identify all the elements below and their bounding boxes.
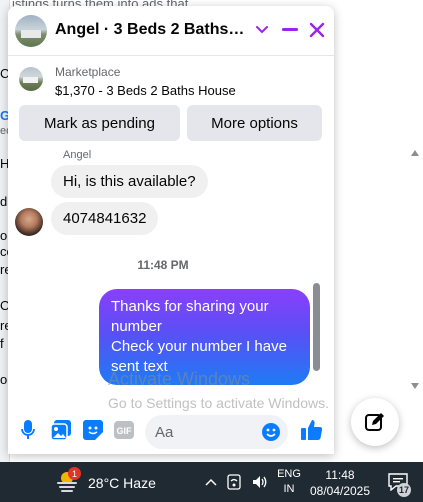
gif-icon[interactable]: GIF — [113, 419, 135, 441]
listing-title: $1,370 - 3 Beds 2 Baths House — [55, 83, 236, 98]
network-icon[interactable] — [226, 474, 242, 490]
clock-date: 08/04/2025 — [309, 484, 371, 498]
notification-count-badge: 17 — [397, 483, 411, 497]
sender-name: Angel — [63, 149, 92, 161]
incoming-message: Hi, is this available? — [51, 165, 208, 198]
message-timestamp: 11:48 PM — [137, 258, 189, 272]
activate-windows-watermark: Activate Windows — [108, 369, 251, 389]
chevron-up-icon[interactable] — [203, 474, 219, 490]
listing-source: Marketplace — [55, 65, 121, 79]
listing-thumbnail — [19, 67, 43, 91]
more-options-button[interactable]: More options — [187, 105, 322, 141]
outgoing-message-line: Thanks for sharing your number — [111, 298, 269, 335]
speaker-icon[interactable] — [252, 474, 268, 490]
microphone-icon[interactable] — [17, 419, 39, 441]
chat-title[interactable]: Angel · 3 Beds 2 Baths House — [55, 21, 245, 39]
background-fragment: f — [0, 336, 4, 351]
sticker-icon[interactable] — [82, 419, 104, 441]
new-message-button[interactable] — [351, 398, 399, 446]
mark-as-pending-button[interactable]: Mark as pending — [19, 105, 180, 141]
close-icon[interactable] — [305, 18, 329, 42]
minimize-icon[interactable] — [278, 18, 302, 42]
chat-header[interactable]: Angel · 3 Beds 2 Baths House — [8, 6, 334, 56]
listing-avatar[interactable] — [15, 15, 47, 47]
language-indicator[interactable]: ENG IN — [275, 467, 303, 499]
weather-badge: 1 — [68, 467, 81, 480]
scroll-up-arrow[interactable] — [411, 150, 419, 156]
background-fragment: o — [0, 228, 8, 243]
message-composer: GIF — [8, 406, 334, 454]
svg-text:GIF: GIF — [117, 426, 133, 436]
incoming-message: 4074841632 — [51, 202, 159, 235]
emoji-icon[interactable] — [260, 421, 282, 443]
clock-time: 11:48 — [325, 468, 355, 482]
taskbar: 1 28°C Haze ENG IN 11:48 08/04/2025 17 — [0, 462, 423, 502]
scroll-down-arrow[interactable] — [411, 383, 419, 389]
message-list[interactable]: Angel Hi, is this available? 4074841632 … — [8, 147, 334, 400]
background-fragment: d — [0, 194, 8, 209]
clock[interactable]: 11:48 08/04/2025 — [308, 467, 372, 499]
listing-card[interactable]: Marketplace $1,370 - 3 Beds 2 Baths Hous… — [8, 57, 334, 109]
sender-avatar[interactable] — [15, 208, 43, 236]
compose-icon — [365, 413, 384, 431]
language-code: ENG — [277, 468, 301, 480]
thumbs-up-icon[interactable] — [301, 419, 323, 441]
chevron-down-icon[interactable] — [250, 18, 274, 42]
photo-icon[interactable] — [50, 419, 72, 441]
scrollbar-thumb[interactable] — [313, 283, 320, 371]
language-region: IN — [283, 483, 295, 495]
weather-text[interactable]: 28°C Haze — [88, 475, 156, 491]
activate-windows-hint: Go to Settings to activate Windows. — [108, 395, 329, 411]
